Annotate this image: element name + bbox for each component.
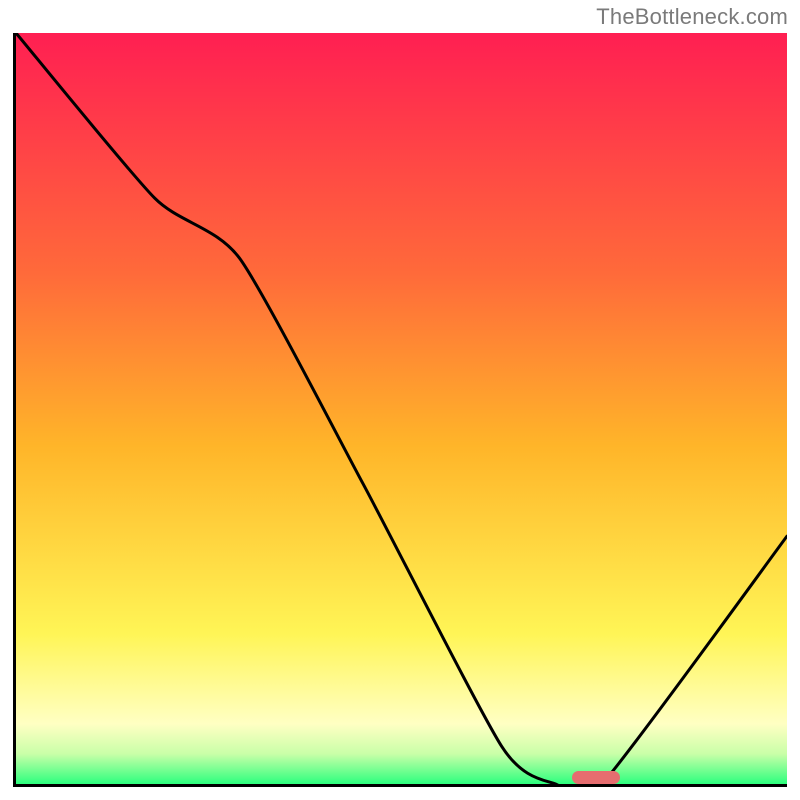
chart-stage: TheBottleneck.com [0, 0, 800, 800]
attribution-text: TheBottleneck.com [596, 4, 788, 30]
chart-axes [13, 33, 787, 787]
